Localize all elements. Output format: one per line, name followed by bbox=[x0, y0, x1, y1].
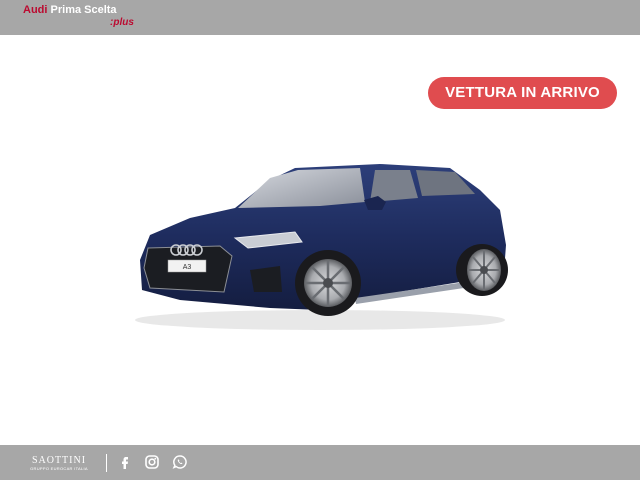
brand-plus-text: :plus bbox=[110, 17, 134, 28]
audi-prima-scelta-logo[interactable]: Audi Prima Scelta bbox=[23, 4, 117, 17]
vettura-in-arrivo-badge: VETTURA IN ARRIVO bbox=[428, 77, 617, 109]
instagram-icon[interactable] bbox=[144, 454, 160, 470]
audi-a3-car-illustration: A3 bbox=[135, 164, 508, 330]
dealer-logo[interactable]: SAOTTINI GRUPPO EUROCAR ITALIA bbox=[24, 455, 94, 472]
brand-audi-text: Audi bbox=[23, 4, 48, 16]
footer-divider bbox=[106, 454, 107, 472]
windshield bbox=[238, 168, 365, 208]
car-image: A3 bbox=[120, 150, 520, 340]
dealer-subtitle: GRUPPO EUROCAR ITALIA bbox=[30, 466, 88, 471]
dealer-name: SAOTTINI bbox=[31, 455, 87, 466]
front-wheel-hub bbox=[323, 278, 333, 288]
header-bar: Audi Prima Scelta :plus bbox=[0, 0, 640, 35]
footer-bar: SAOTTINI GRUPPO EUROCAR ITALIA bbox=[0, 445, 640, 480]
facebook-icon[interactable] bbox=[117, 454, 133, 470]
license-plate-text: A3 bbox=[183, 264, 192, 271]
side-air-intake bbox=[250, 266, 282, 292]
whatsapp-icon[interactable] bbox=[172, 454, 188, 470]
brand-prima-scelta-text: Prima Scelta bbox=[50, 4, 117, 16]
rear-wheel-hub bbox=[480, 266, 488, 274]
